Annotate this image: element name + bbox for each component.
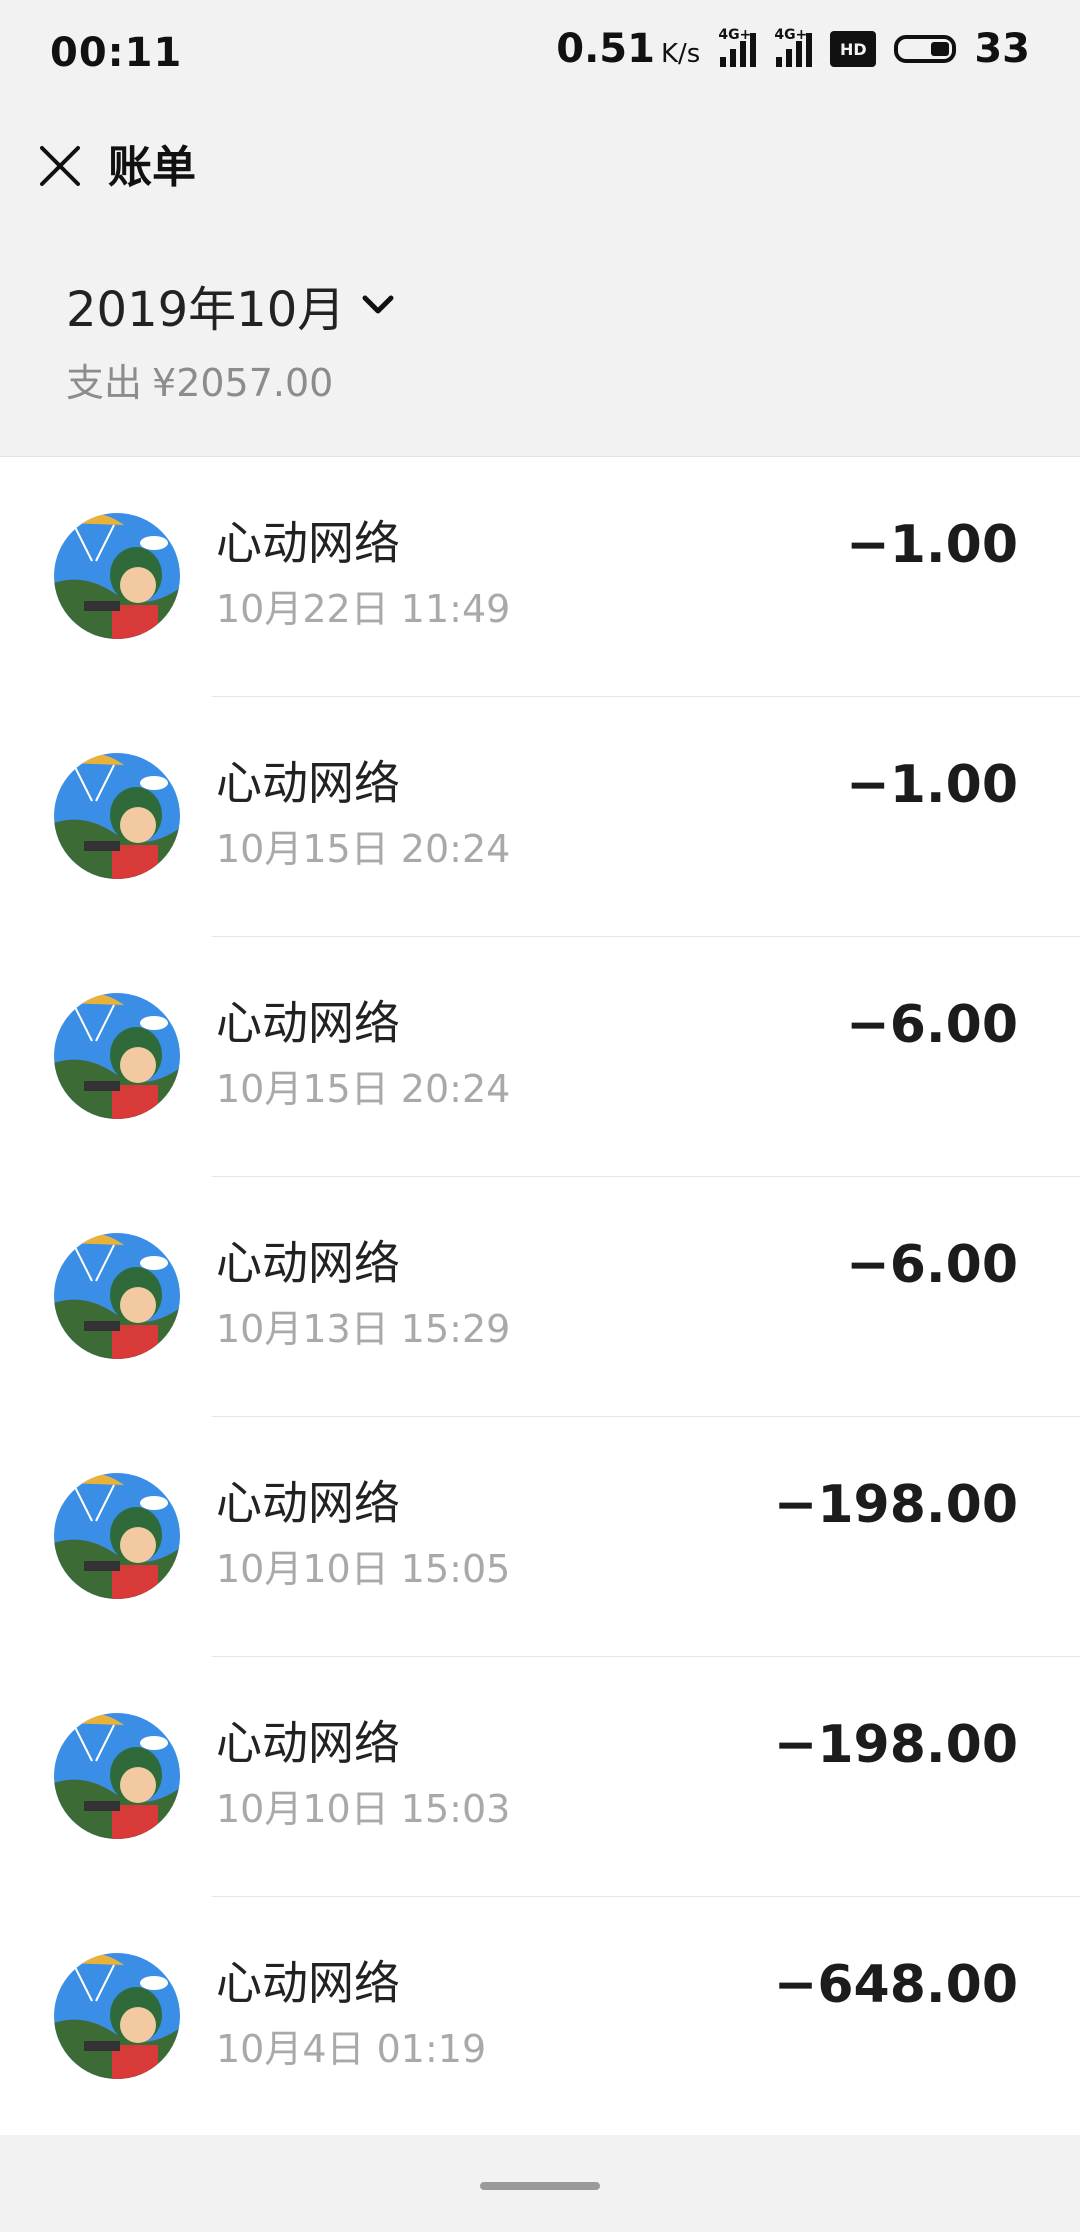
transaction-time: 10月13日 15:29 xyxy=(216,1307,511,1351)
transaction-time: 10月22日 11:49 xyxy=(216,587,511,631)
signal-sim1-icon: 4G+ xyxy=(718,27,757,67)
close-icon xyxy=(40,146,80,186)
status-time: 00:11 xyxy=(50,30,183,76)
merchant-name: 心动网络 xyxy=(216,1236,400,1290)
transaction-row[interactable]: 心动网络 10月13日 15:29 −6.00 xyxy=(0,1177,1080,1417)
transaction-row[interactable]: 心动网络 10月4日 01:19 −648.00 xyxy=(0,1897,1080,2137)
transaction-amount: −648.00 xyxy=(773,1955,1018,2015)
merchant-avatar xyxy=(54,753,180,879)
merchant-name: 心动网络 xyxy=(216,996,400,1050)
hd-voice-icon: HD xyxy=(830,31,877,67)
transaction-amount: −1.00 xyxy=(846,515,1018,575)
network-speed-value: 0.51 xyxy=(556,26,655,72)
transaction-time: 10月4日 01:19 xyxy=(216,2027,487,2071)
transaction-row[interactable]: 心动网络 10月10日 15:03 −198.00 xyxy=(0,1657,1080,1897)
merchant-avatar xyxy=(54,513,180,639)
expense-amount: ¥2057.00 xyxy=(152,361,334,405)
transaction-row[interactable]: 心动网络 10月15日 20:24 −1.00 xyxy=(0,697,1080,937)
page-title: 账单 xyxy=(108,142,196,193)
network-speed-unit: K/s xyxy=(660,39,701,69)
month-picker[interactable]: 2019年10月 xyxy=(66,270,395,340)
transaction-row[interactable]: 心动网络 10月10日 15:05 −198.00 xyxy=(0,1417,1080,1657)
transaction-amount: −6.00 xyxy=(846,1235,1018,1295)
gesture-bar xyxy=(0,2135,1080,2232)
transaction-amount: −1.00 xyxy=(846,755,1018,815)
transaction-amount: −6.00 xyxy=(846,995,1018,1055)
transaction-row[interactable]: 心动网络 10月22日 11:49 −1.00 xyxy=(0,457,1080,697)
status-bar: 00:11 0.51 K/s 4G+ 4G+ HD 33 xyxy=(0,0,1080,112)
transaction-time: 10月15日 20:24 xyxy=(216,827,511,871)
sim1-network-type: 4G+ xyxy=(718,27,752,43)
merchant-avatar xyxy=(54,993,180,1119)
close-button[interactable] xyxy=(30,136,90,196)
battery-icon xyxy=(894,35,957,63)
merchant-name: 心动网络 xyxy=(216,1476,400,1530)
transaction-amount: −198.00 xyxy=(773,1715,1018,1775)
merchant-avatar xyxy=(54,1713,180,1839)
transaction-amount: −198.00 xyxy=(773,1475,1018,1535)
transaction-time: 10月10日 15:05 xyxy=(216,1547,511,1591)
transaction-time: 10月10日 15:03 xyxy=(216,1787,511,1831)
status-indicators: 0.51 K/s 4G+ 4G+ HD 33 xyxy=(556,26,1030,72)
merchant-avatar xyxy=(54,1953,180,2079)
transaction-list: 心动网络 10月22日 11:49 −1.00 心动网络 10月15日 20:2… xyxy=(0,457,1080,2137)
sim2-network-type: 4G+ xyxy=(774,27,808,43)
network-speed: 0.51 K/s xyxy=(556,26,700,72)
merchant-name: 心动网络 xyxy=(216,1716,400,1770)
chevron-down-icon xyxy=(362,295,394,314)
merchant-name: 心动网络 xyxy=(216,756,400,810)
merchant-avatar xyxy=(54,1233,180,1359)
month-expense-total: 支出 ¥2057.00 xyxy=(66,352,343,407)
nav-bar: 账单 xyxy=(0,112,1080,222)
merchant-name: 心动网络 xyxy=(216,1956,400,2010)
merchant-name: 心动网络 xyxy=(216,516,400,570)
expense-label: 支出 xyxy=(66,361,143,405)
battery-level: 33 xyxy=(974,26,1030,72)
merchant-avatar xyxy=(54,1473,180,1599)
transaction-row[interactable]: 心动网络 10月15日 20:24 −6.00 xyxy=(0,937,1080,1177)
signal-sim2-icon: 4G+ xyxy=(774,27,813,67)
transaction-time: 10月15日 20:24 xyxy=(216,1067,511,1111)
home-indicator[interactable] xyxy=(480,2182,600,2190)
month-label: 2019年10月 xyxy=(66,282,346,338)
month-summary: 2019年10月 支出 ¥2057.00 xyxy=(0,222,1080,457)
